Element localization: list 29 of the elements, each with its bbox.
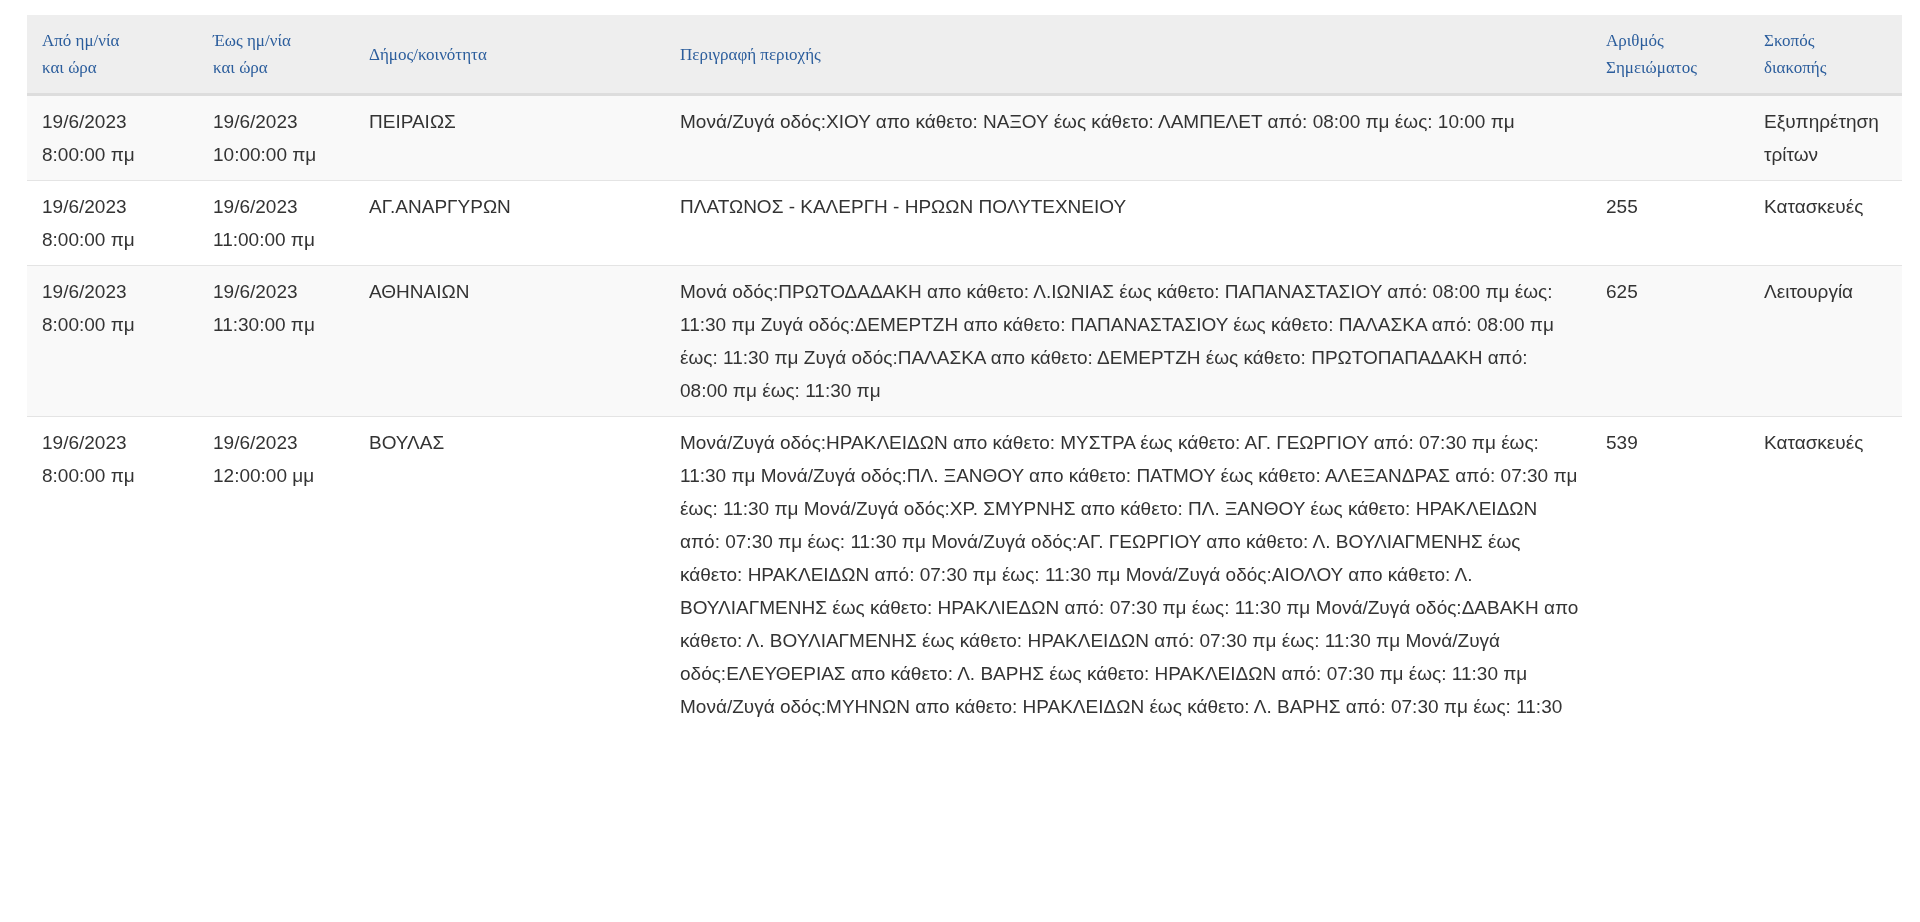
column-header: Σκοπός διακοπής — [1749, 15, 1902, 95]
end-date-cell: 19/6/2023 11:00:00 πμ — [198, 180, 354, 266]
column-header: Δήμος/κοινότητα — [354, 15, 665, 95]
description-cell: Μονά/Ζυγά οδός:ΧΙΟΥ απο κάθετο: ΝΑΞΟΥ έως κάθετο: ΛΑΜΠΕΛΕΤ από: 08:00 πμ έως: 10:00 πμ — [665, 94, 1591, 181]
end-date-cell: 19/6/2023 10:00:00 πμ — [198, 94, 354, 181]
column-header: Από ημ/νία και ώρα — [27, 15, 198, 95]
description-cell: ΠΛΑΤΩΝΟΣ - ΚΑΛΕΡΓΗ - ΗΡΩΩΝ ΠΟΛΥΤΕΧΝΕΙΟΥ — [665, 180, 1591, 266]
municipality-cell: ΑΓ.ΑΝΑΡΓΥΡΩΝ — [354, 180, 665, 266]
note-number-cell: 539 — [1591, 416, 1749, 732]
purpose-cell: Λειτουργία — [1749, 265, 1902, 417]
column-header: Αριθμός Σημειώματος — [1591, 15, 1749, 95]
start-date-cell: 19/6/2023 8:00:00 πμ — [27, 94, 198, 181]
column-header: Έως ημ/νία και ώρα — [198, 15, 354, 95]
description-cell: Μονά/Ζυγά οδός:ΗΡΑΚΛΕΙΔΩΝ απο κάθετο: ΜΥΣΤΡΑ έως κάθετο: ΑΓ. ΓΕΩΡΓΙΟΥ από: 07:30 πμ έως: 11:30 πμ Μονά/Ζυγά οδός:ΠΛ. ΞΑΝΘΟΥ απο κάθετο: ΠΑΤΜΟΥ έως κάθετο: ΑΛΕΞΑΝΔΡΑΣ από: 07:30 πμ έως: 11:30 πμ Μονά/Ζυγά οδός:ΧΡ. ΣΜΥΡΝΗΣ απο κάθετο: ΠΛ. ΞΑΝΘΟΥ έως κάθετο: ΗΡΑΚΛΕΙΔΩΝ από: 07:30 πμ έως: 11:30 πμ Μονά/Ζυγά οδός:ΑΓ. ΓΕΩΡΓΙΟΥ απο κάθετο: Λ. ΒΟΥΛΙΑΓΜΕΝΗΣ έως κάθετο: ΗΡΑΚΛΕΙΔΩΝ από: 07:30 πμ έως: 11:30 πμ Μονά/Ζυγά οδός:ΑΙΟΛΟΥ απο κάθετο: Λ. ΒΟΥΛΙΑΓΜΕΝΗΣ έως κάθετο: ΗΡΑΚΛΙΕΔΩΝ από: 07:30 πμ έως: 11:30 πμ Μονά/Ζυγά οδός:ΔΑΒΑΚΗ απο κάθετο: Λ. ΒΟΥΛΙΑΓΜΕΝΗΣ έως κάθετο: ΗΡΑΚΛΕΙΔΩΝ από: 07:30 πμ έως: 11:30 πμ Μονά/Ζυγά οδός:ΕΛΕΥΘΕΡΙΑΣ απο κάθετο: Λ. ΒΑΡΗΣ έως κάθετο: ΗΡΑΚΛΕΙΔΩΝ από: 07:30 πμ έως: 11:30 πμ Μονά/Ζυγά οδός:ΜΥΗΝΩΝ απο κάθετο: ΗΡΑΚΛΕΙΔΩΝ έως κάθετο: Λ. ΒΑΡΗΣ από: 07:30 πμ έως: 11:30 — [665, 416, 1591, 732]
purpose-cell: Κατασκευές — [1749, 180, 1902, 266]
municipality-cell: ΑΘΗΝΑΙΩΝ — [354, 265, 665, 417]
end-date-cell: 19/6/2023 12:00:00 μμ — [198, 416, 354, 732]
description-cell: Μονά οδός:ΠΡΩΤΟΔΑΔΑΚΗ απο κάθετο: Λ.ΙΩΝΙΑΣ έως κάθετο: ΠΑΠΑΝΑΣΤΑΣΙΟΥ από: 08:00 πμ έως: 11:30 πμ Ζυγά οδός:ΔΕΜΕΡΤΖΗ απο κάθετο: ΠΑΠΑΝΑΣΤΑΣΙΟΥ έως κάθετο: ΠΑΛΑΣΚΑ από: 08:00 πμ έως: 11:30 πμ Ζυγά οδός:ΠΑΛΑΣΚΑ απο κάθετο: ΔΕΜΕΡΤΖΗ έως κάθετο: ΠΡΩΤΟΠΑΠΑΔΑΚΗ από: 08:00 πμ έως: 11:30 πμ — [665, 265, 1591, 417]
purpose-cell: Κατασκευές — [1749, 416, 1902, 732]
column-header: Περιγραφή περιοχής — [665, 15, 1591, 95]
start-date-cell: 19/6/2023 8:00:00 πμ — [27, 180, 198, 266]
start-date-cell: 19/6/2023 8:00:00 πμ — [27, 416, 198, 732]
municipality-cell: ΠΕΙΡΑΙΩΣ — [354, 94, 665, 181]
start-date-cell: 19/6/2023 8:00:00 πμ — [27, 265, 198, 417]
municipality-cell: ΒΟΥΛΑΣ — [354, 416, 665, 732]
purpose-cell: Εξυπηρέτηση τρίτων — [1749, 94, 1902, 181]
note-number-cell: 255 — [1591, 180, 1749, 266]
end-date-cell: 19/6/2023 11:30:00 πμ — [198, 265, 354, 417]
note-number-cell: 625 — [1591, 265, 1749, 417]
